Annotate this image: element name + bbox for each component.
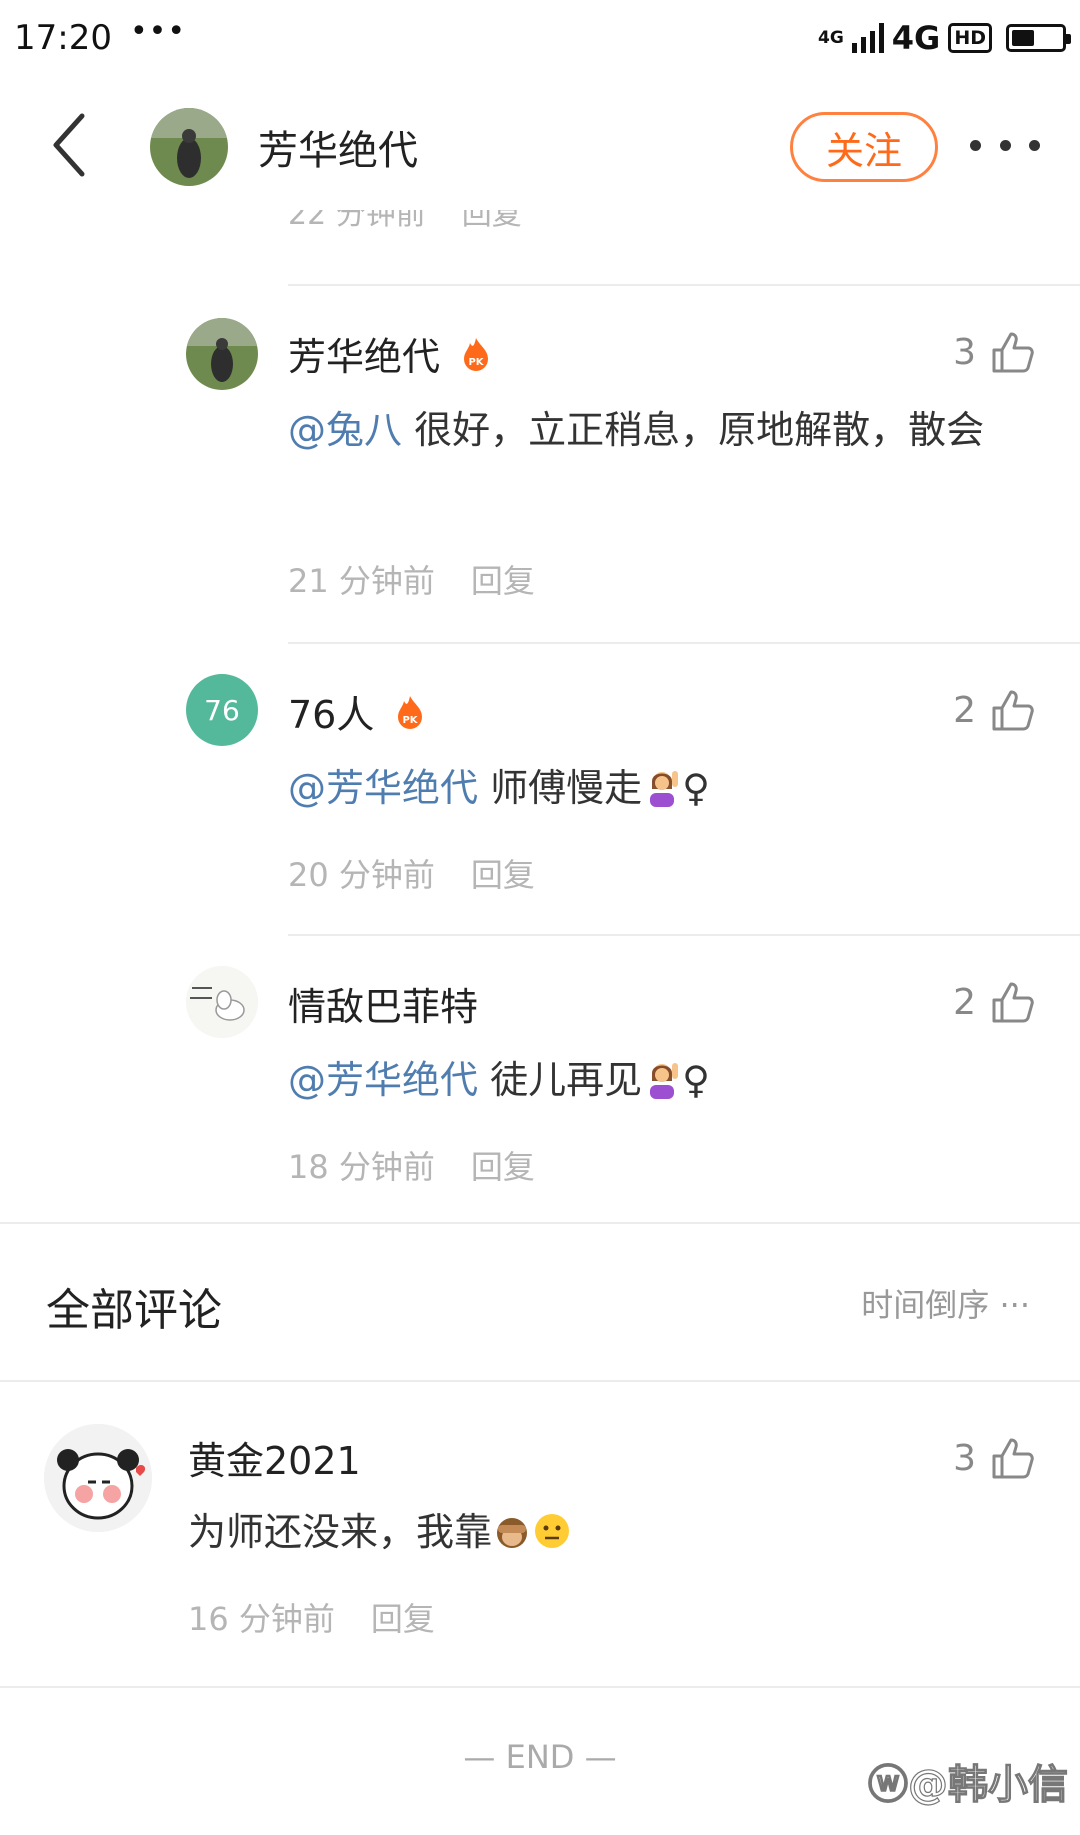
follow-button[interactable]: 关注 (790, 112, 938, 182)
chevron-left-icon (53, 113, 85, 177)
reply-text: @兔八 很好，立正稍息，原地解散，散会 (288, 398, 1028, 462)
avatar[interactable] (186, 966, 258, 1038)
thumbs-up-icon (992, 332, 1034, 373)
more-dot (999, 139, 1011, 151)
divider (288, 284, 1080, 286)
reply-author[interactable]: 芳华绝代 PK (288, 326, 492, 381)
reply-body: 徒儿再见 (478, 1058, 643, 1102)
network-small-icon: 4G (817, 27, 844, 48)
header: 芳华绝代 关注 (0, 80, 1080, 210)
neutral-face-icon (535, 1514, 570, 1548)
like-button[interactable]: 3 (953, 330, 1036, 374)
page-title: 芳华绝代 (258, 128, 418, 174)
divider (288, 934, 1080, 936)
like-button[interactable]: 2 (953, 688, 1036, 732)
comment-time: 16 分钟前 (188, 1600, 335, 1638)
gender-symbol: ♀ (682, 1058, 710, 1102)
reply-body: 师傅慢走 (478, 766, 643, 810)
reply-author[interactable]: 情敌巴菲特 (288, 976, 478, 1031)
avatar-image (186, 966, 258, 1038)
avatar[interactable] (44, 1424, 152, 1532)
header-avatar[interactable] (150, 108, 228, 186)
avatar[interactable]: 76 (186, 674, 258, 746)
back-button[interactable] (50, 110, 110, 180)
sort-button[interactable]: 时间倒序 ··· (861, 1280, 1030, 1326)
more-button[interactable] (970, 120, 1040, 170)
divider (288, 642, 1080, 644)
woman-raising-hand-icon (650, 771, 679, 807)
comment-body: 为师还没来，我靠 (188, 1510, 493, 1554)
reply-link[interactable]: 回复 (471, 562, 535, 600)
battery-icon (1006, 23, 1071, 52)
see-no-evil-monkey-icon (497, 1518, 528, 1548)
svg-text:PK: PK (403, 715, 419, 726)
mention-link[interactable]: @芳华绝代 (288, 766, 478, 810)
more-dot (970, 139, 981, 151)
status-more-icon: ••• (129, 14, 187, 49)
reply-author[interactable]: 76人 PK (288, 684, 426, 739)
status-right: 4G 4G HD (817, 18, 1071, 57)
signal-icon (851, 22, 884, 53)
reply-text: @芳华绝代 徒儿再见 ♀ (288, 1048, 1028, 1112)
like-count: 3 (953, 331, 976, 373)
woman-raising-hand-icon (650, 1063, 679, 1099)
network-label: 4G (891, 18, 941, 57)
gender-symbol: ♀ (682, 766, 710, 810)
comment-author[interactable]: 黄金2021 (188, 1430, 361, 1485)
mention-link[interactable]: @兔八 (288, 408, 402, 452)
section-title: 全部评论 (46, 1285, 222, 1336)
reply-time: 21 分钟前 (288, 562, 435, 600)
comment-item: 黄金2021 3 为师还没来，我靠 16 分钟前 回复 (0, 1384, 1080, 1684)
hd-icon: HD (948, 22, 992, 53)
author-name: 情敌巴菲特 (288, 985, 479, 1029)
thumbs-up-icon (992, 690, 1034, 731)
avatar[interactable] (186, 318, 258, 390)
reply-body: 很好，立正稍息，原地解散，散会 (402, 408, 985, 452)
reply-time: 18 分钟前 (288, 1148, 435, 1186)
mention-link[interactable]: @芳华绝代 (288, 1058, 478, 1102)
reply-meta: 21 分钟前 回复 (288, 556, 535, 602)
reply-link[interactable]: 回复 (371, 1600, 435, 1638)
like-count: 3 (953, 1437, 976, 1479)
battery-fill (1012, 29, 1034, 46)
reply-meta: 20 分钟前 回复 (288, 850, 535, 896)
partial-reply-meta: 22 分钟前 回复 (288, 205, 522, 241)
pk-fire-icon: PK (464, 337, 489, 371)
reply-text: @芳华绝代 师傅慢走 ♀ (288, 756, 1028, 820)
reply-link[interactable]: 回复 (471, 1148, 535, 1186)
comment-meta: 16 分钟前 回复 (188, 1594, 435, 1640)
like-button[interactable]: 3 (953, 1436, 1036, 1480)
divider (0, 1686, 1080, 1688)
reply-meta: 18 分钟前 回复 (288, 1142, 535, 1188)
author-name: 76人 (288, 693, 375, 737)
watermark: ⓦ@韩小信 (867, 1761, 1068, 1808)
like-button[interactable]: 2 (953, 980, 1036, 1024)
author-name: 芳华绝代 (288, 335, 441, 379)
thumbs-up-icon (992, 1438, 1034, 1479)
reply-link[interactable]: 回复 (471, 856, 535, 894)
thumbs-up-icon (992, 982, 1034, 1023)
comment-text: 为师还没来，我靠 (188, 1500, 572, 1564)
avatar-image (44, 1424, 152, 1532)
pk-fire-icon: PK (398, 695, 423, 729)
more-dot (1029, 139, 1040, 151)
reply-time: 20 分钟前 (288, 856, 435, 894)
status-left: 17:20 ••• (14, 14, 186, 58)
status-bar: 17:20 ••• 4G 4G HD (0, 0, 1080, 75)
all-comments-header: 全部评论 时间倒序 ··· (0, 1222, 1080, 1382)
like-count: 2 (953, 981, 976, 1023)
like-count: 2 (953, 689, 976, 731)
status-time: 17:20 (14, 17, 112, 58)
svg-text:PK: PK (468, 357, 484, 368)
avatar-image (150, 108, 228, 186)
avatar-image (186, 318, 258, 390)
